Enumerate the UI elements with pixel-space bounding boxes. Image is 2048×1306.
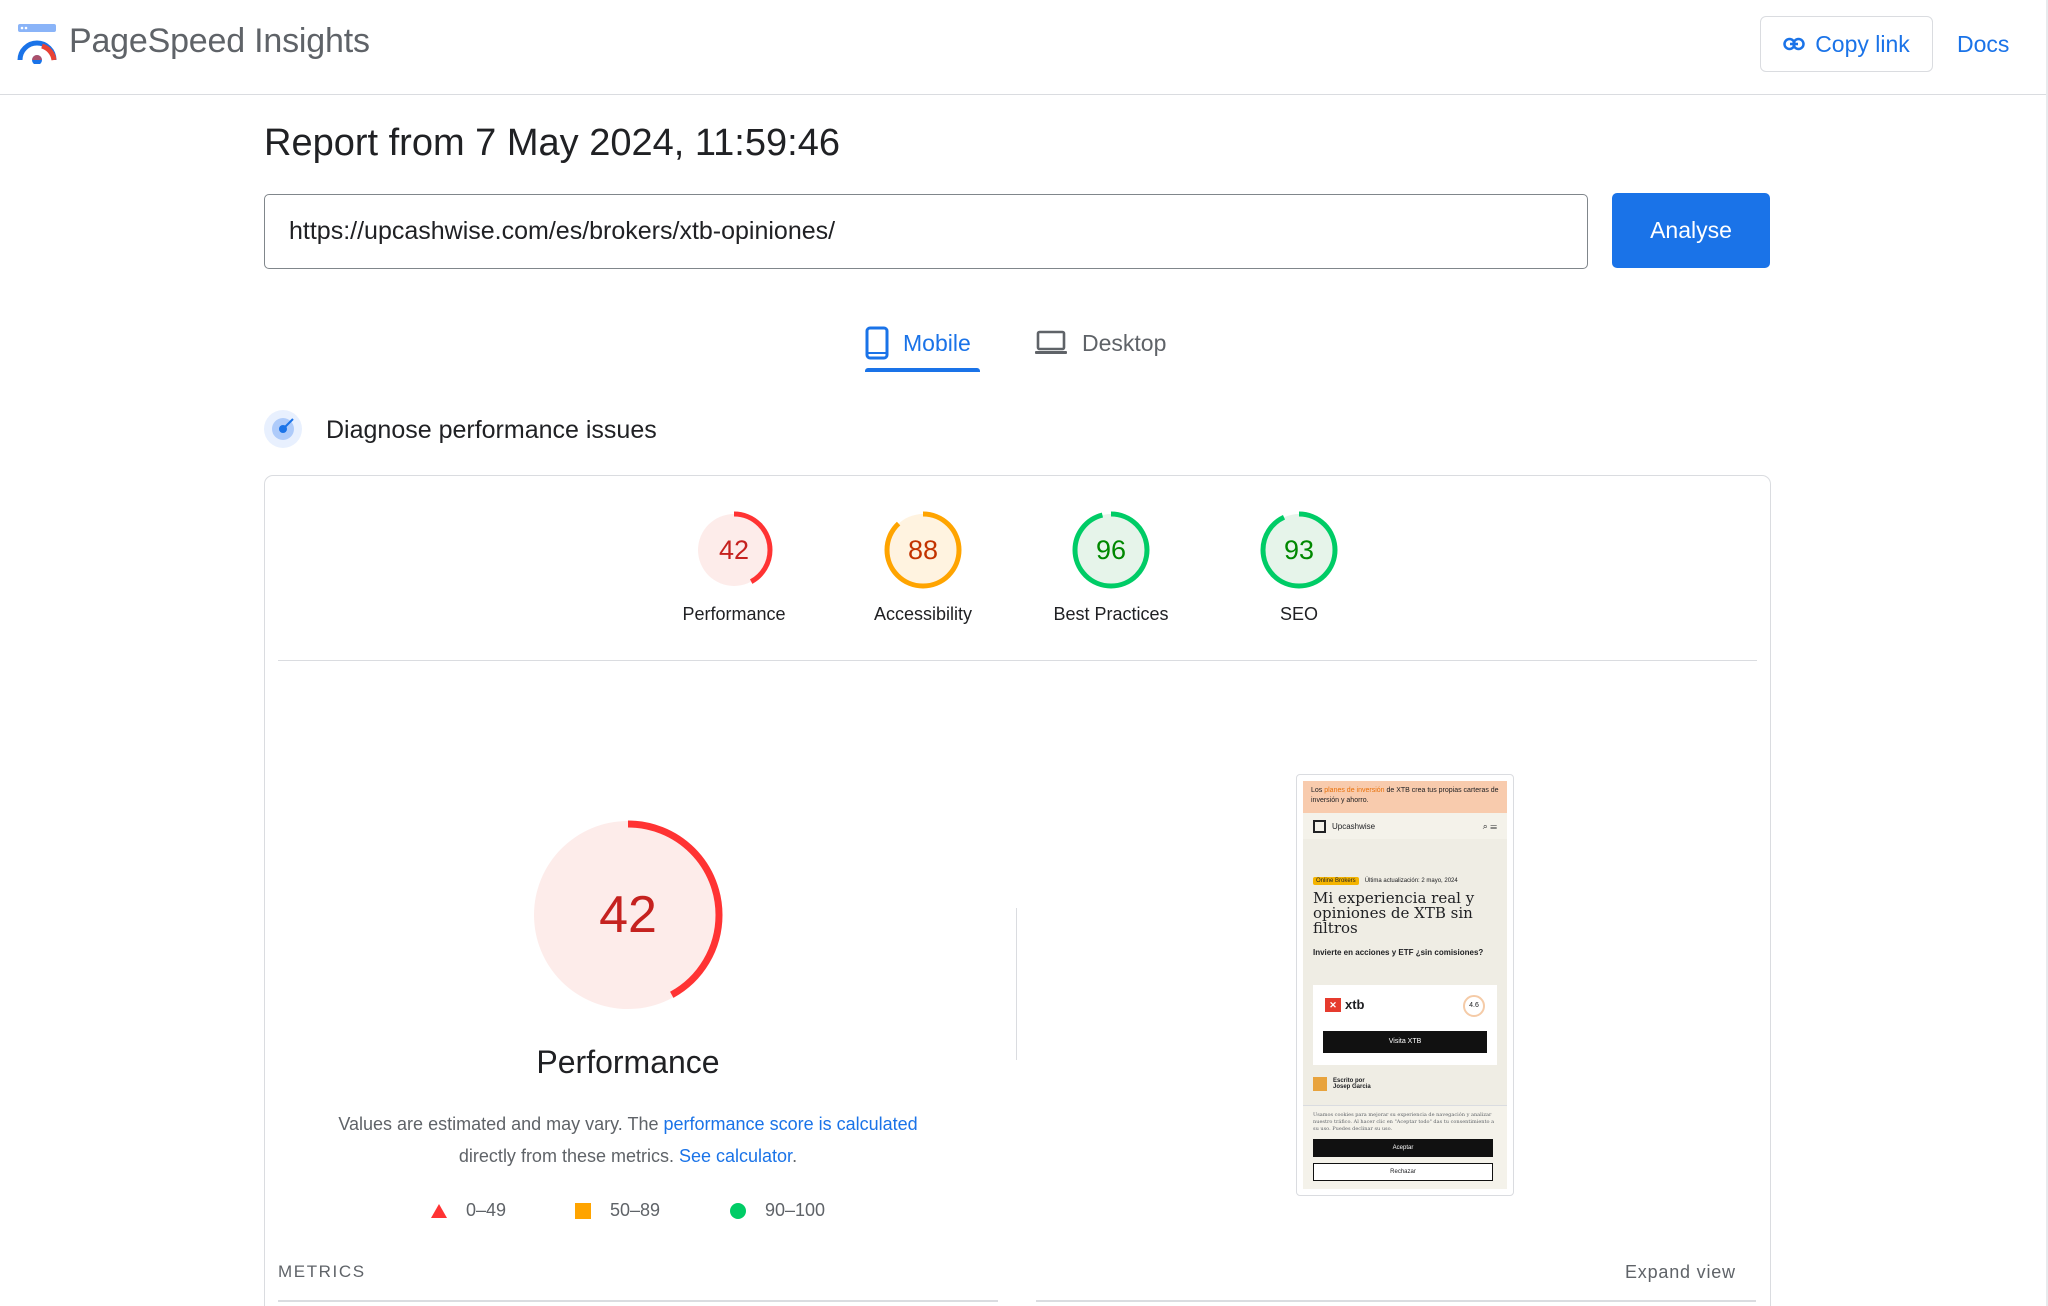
broker-rating: 4.6 bbox=[1463, 995, 1485, 1017]
top-header: PageSpeed Insights Copy link Docs bbox=[0, 0, 2048, 95]
tab-mobile[interactable]: Mobile bbox=[865, 315, 971, 371]
desc-text: directly from these metrics. bbox=[458, 1146, 679, 1166]
tab-desktop-label: Desktop bbox=[1082, 329, 1167, 356]
gauge-label: Best Practices bbox=[1053, 604, 1169, 624]
url-input[interactable] bbox=[264, 194, 1588, 269]
avatar bbox=[1313, 1077, 1327, 1091]
legend-range: 50–89 bbox=[610, 1200, 661, 1220]
score-value: 93 bbox=[1284, 535, 1314, 565]
gauge-label: Accessibility bbox=[873, 604, 973, 624]
big-score-value: 42 bbox=[599, 886, 657, 944]
gauge-seo[interactable]: 93 SEO bbox=[1219, 510, 1379, 625]
author-name: Josep Garcia bbox=[1333, 1084, 1371, 1090]
legend-range: 90–100 bbox=[765, 1200, 826, 1220]
copy-link-label: Copy link bbox=[1815, 30, 1910, 57]
report-title: Report from 7 May 2024, 11:59:46 bbox=[264, 122, 840, 164]
score-ring: 93 bbox=[1260, 511, 1338, 589]
xtb-logo-icon: ✕ bbox=[1325, 997, 1341, 1012]
diagnose-card bbox=[264, 475, 1771, 1306]
score-value: 88 bbox=[908, 535, 938, 565]
expand-view-button[interactable]: Expand view bbox=[1625, 1262, 1736, 1283]
page-screenshot[interactable]: Los planes de inversión de XTB crea tus … bbox=[1296, 774, 1514, 1196]
target-icon bbox=[264, 410, 302, 448]
author-block: Escrito por Josep Garcia bbox=[1313, 1077, 1371, 1091]
triangle-icon bbox=[431, 1203, 447, 1218]
visit-button: Visita XTB bbox=[1323, 1031, 1487, 1053]
pagespeed-logo-icon[interactable] bbox=[16, 22, 58, 64]
banner-text: Los bbox=[1311, 787, 1325, 794]
desc-text: Values are estimated and may vary. The bbox=[338, 1114, 664, 1134]
score-ring: 42 bbox=[695, 511, 773, 589]
legend-pass: 90–100 bbox=[729, 1200, 825, 1221]
reject-button: Rechazar bbox=[1313, 1163, 1493, 1181]
see-calculator-link[interactable]: See calculator bbox=[679, 1146, 792, 1166]
laptop-icon bbox=[1035, 330, 1067, 354]
menu-icon: ⌕ ☰ bbox=[1482, 820, 1497, 831]
brand-title[interactable]: PageSpeed Insights bbox=[69, 22, 370, 61]
docs-link[interactable]: Docs bbox=[1957, 31, 2009, 58]
site-name: Upcashwise bbox=[1332, 821, 1376, 831]
screenshot-content: Los planes de inversión de XTB crea tus … bbox=[1303, 781, 1507, 1189]
analyse-button[interactable]: Analyse bbox=[1612, 193, 1770, 268]
score-calculated-link[interactable]: performance score is calculated bbox=[664, 1114, 918, 1134]
metrics-heading: METRICS bbox=[278, 1262, 366, 1281]
broker-name: xtb bbox=[1345, 997, 1365, 1012]
vertical-divider bbox=[1016, 908, 1017, 1060]
site-logo-icon bbox=[1313, 819, 1326, 833]
desc-text: . bbox=[792, 1146, 798, 1166]
performance-big-gauge: 42 bbox=[533, 820, 723, 1010]
score-ring: 96 bbox=[1072, 511, 1150, 589]
article-meta: Online Brokers Última actualización: 2 m… bbox=[1313, 877, 1458, 885]
legend-range: 0–49 bbox=[466, 1200, 507, 1220]
circle-icon bbox=[730, 1202, 746, 1219]
gauge-performance[interactable]: 42 Performance bbox=[654, 510, 814, 625]
tab-mobile-label: Mobile bbox=[903, 329, 971, 356]
copy-link-button[interactable]: Copy link bbox=[1760, 16, 1933, 72]
score-value: 96 bbox=[1096, 535, 1126, 565]
score-ring: 88 bbox=[884, 511, 962, 589]
legend-average: 50–89 bbox=[574, 1200, 660, 1221]
performance-description: Values are estimated and may vary. The p… bbox=[292, 1108, 964, 1172]
screenshot-topbar: Upcashwise ⌕ ☰ bbox=[1303, 813, 1507, 839]
score-value: 42 bbox=[719, 535, 749, 565]
gauge-best-practices[interactable]: 96 Best Practices bbox=[1031, 510, 1191, 625]
active-tab-indicator bbox=[865, 368, 980, 372]
update-date: Última actualización: 2 mayo, 2024 bbox=[1364, 878, 1458, 884]
gauge-label: SEO bbox=[1279, 604, 1318, 624]
article-title: Mi experiencia real y opiniones de XTB s… bbox=[1313, 889, 1475, 937]
category-tag: Online Brokers bbox=[1313, 877, 1359, 885]
cookie-banner: Usamos cookies para mejorar su experienc… bbox=[1303, 1105, 1507, 1189]
broker-card: ✕ xtb 4.6 Visita XTB bbox=[1313, 985, 1497, 1065]
article-subtitle: Invierte en acciones y ETF ¿sin comision… bbox=[1313, 948, 1484, 957]
cookie-text: Usamos cookies para mejorar su experienc… bbox=[1313, 1112, 1495, 1132]
metrics-divider bbox=[278, 1300, 998, 1302]
broker-logo: ✕ xtb bbox=[1325, 997, 1365, 1012]
square-icon bbox=[575, 1202, 591, 1219]
screenshot-banner: Los planes de inversión de XTB crea tus … bbox=[1303, 781, 1507, 813]
gauge-label: Performance bbox=[682, 604, 786, 624]
smartphone-icon bbox=[865, 326, 889, 360]
link-icon bbox=[1783, 37, 1805, 51]
diagnose-title: Diagnose performance issues bbox=[326, 416, 657, 444]
tab-desktop[interactable]: Desktop bbox=[1034, 315, 1166, 371]
performance-label: Performance bbox=[536, 1044, 720, 1080]
gauge-accessibility[interactable]: 88 Accessibility bbox=[843, 510, 1003, 625]
metrics-divider bbox=[1036, 1300, 1756, 1302]
card-divider bbox=[278, 660, 1757, 661]
accept-button: Aceptar bbox=[1313, 1139, 1493, 1157]
banner-highlight: planes de inversión bbox=[1324, 787, 1385, 794]
legend-fail: 0–49 bbox=[430, 1200, 506, 1221]
